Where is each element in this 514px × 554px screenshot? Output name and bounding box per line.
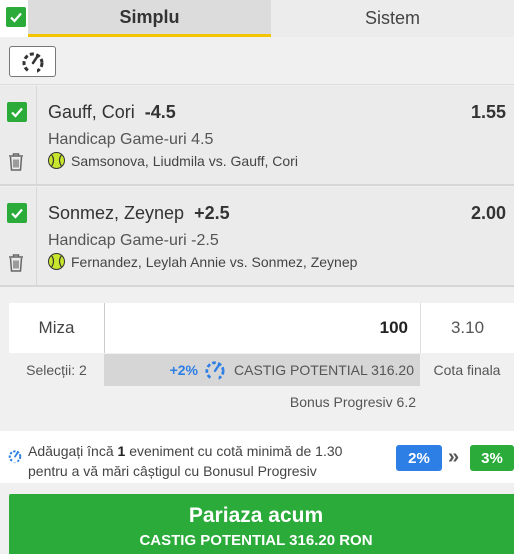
selection-participant: Sonmez, Zeynep +2.5: [48, 203, 230, 224]
selections-count: Selecții: 2: [26, 362, 87, 378]
event-name: Fernandez, Leylah Annie vs. Sonmez, Zeyn…: [71, 253, 358, 270]
handicap-value: -4.5: [144, 102, 176, 122]
betslip-tabs: Simplu Sistem: [0, 0, 514, 37]
check-icon: [11, 208, 23, 219]
toolbar: [0, 37, 514, 85]
stake-label: Miza: [9, 303, 104, 353]
selection-odd: 1.55: [470, 102, 506, 122]
check-icon: [10, 12, 22, 23]
place-bet-subtitle: CASTIG POTENTIAL 316.20 RON: [139, 532, 373, 549]
promo-text-before: Adăugați încă: [28, 443, 118, 459]
tennis-ball-icon: [48, 253, 65, 270]
potential-win-text: CASTIG POTENTIAL 316.20: [234, 362, 414, 378]
check-icon: [11, 107, 23, 118]
tab-sistem[interactable]: Sistem: [271, 0, 514, 37]
handicap-value: +2.5: [194, 203, 230, 223]
selection-checkbox[interactable]: [7, 203, 27, 223]
summary-row: Selecții: 2 +2% CASTIG POTENTIAL 316.20 …: [9, 354, 514, 386]
final-odds-label: Cota finala: [433, 362, 501, 378]
selection-event[interactable]: Fernandez, Leylah Annie vs. Sonmez, Zeyn…: [48, 253, 357, 270]
select-all-checkbox[interactable]: [6, 7, 26, 27]
bonus-progresiv: Bonus Progresiv 6.2: [289, 394, 416, 410]
stake-row: Miza 100 3.10: [9, 303, 514, 353]
selection-participant: Gauff, Cori -4.5: [48, 102, 176, 123]
double-chevron-icon: »: [448, 446, 460, 468]
progressive-bonus-banner: Adăugați încă 1 eveniment cu cotă minimă…: [0, 431, 514, 483]
participant-name: Gauff, Cori: [48, 102, 135, 122]
stake-input[interactable]: 100: [104, 303, 420, 353]
selection-market: Handicap Game-uri 4.5: [48, 131, 214, 148]
tennis-ball-icon: [48, 152, 65, 169]
selection-item: Gauff, Cori -4.5 1.55 Handicap Game-uri 4…: [0, 86, 514, 186]
bonus-percent: +2%: [169, 362, 198, 378]
selection-checkbox[interactable]: [7, 102, 27, 122]
trash-icon[interactable]: [7, 152, 25, 172]
place-bet-title: Pariaza acum: [188, 504, 324, 527]
tab-simplu[interactable]: Simplu: [28, 0, 271, 37]
betslip: Simplu Sistem Gauff, Cori -4.5 1.55 Handi…: [0, 0, 514, 554]
selection-event[interactable]: Samsonova, Liudmila vs. Gauff, Cori: [48, 152, 298, 169]
selection-odd: 2.00: [470, 203, 506, 223]
selection-item: Sonmez, Zeynep +2.5 2.00 Handicap Game-ur…: [0, 187, 514, 287]
selection-market: Handicap Game-uri -2.5: [48, 232, 219, 249]
potential-win-box: +2% CASTIG POTENTIAL 316.20: [104, 354, 420, 386]
next-bonus-pill: 3%: [470, 445, 514, 471]
total-odds: 3.10: [420, 303, 514, 353]
gauge-icon: [8, 449, 22, 468]
progressive-bonus-button[interactable]: [9, 46, 56, 77]
place-bet-button[interactable]: Pariaza acum CASTIG POTENTIAL 316.20 RON: [9, 494, 514, 554]
current-bonus-pill: 2%: [396, 445, 442, 471]
select-all-cell: [0, 0, 28, 37]
participant-name: Sonmez, Zeynep: [48, 203, 185, 223]
trash-icon[interactable]: [7, 253, 25, 273]
gauge-icon: [204, 360, 226, 380]
event-name: Samsonova, Liudmila vs. Gauff, Cori: [71, 152, 298, 169]
gauge-icon: [22, 52, 43, 73]
promo-text: Adăugați încă 1 eveniment cu cotă minimă…: [28, 441, 378, 481]
